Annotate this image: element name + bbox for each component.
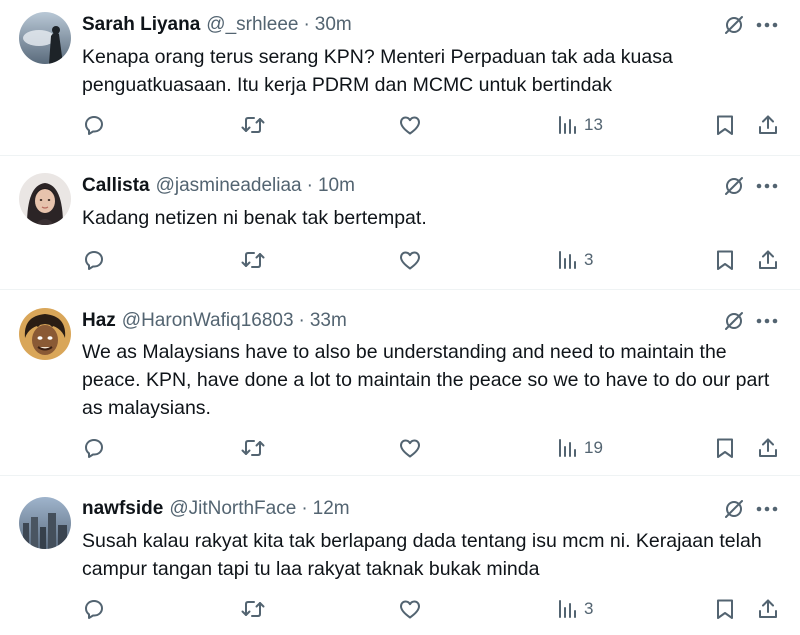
views-icon <box>559 439 576 457</box>
views-button[interactable]: 13 <box>557 110 603 140</box>
heart-icon <box>400 600 420 619</box>
retweet-icon <box>241 252 265 268</box>
tweet-text: Kadang netizen ni benak tak bertempat. <box>82 207 427 229</box>
retweet-button[interactable] <box>240 433 266 463</box>
share-button[interactable] <box>756 110 780 140</box>
user-handle[interactable]: @jasmineadeliaa <box>156 175 302 197</box>
avatar[interactable] <box>19 12 71 64</box>
grok-icon[interactable] <box>720 307 748 335</box>
view-count: 13 <box>584 115 603 134</box>
grok-icon[interactable] <box>720 172 748 200</box>
reply-icon <box>85 116 103 135</box>
timestamp[interactable]: 30m <box>315 14 352 36</box>
view-count: 3 <box>584 599 594 618</box>
view-count: 19 <box>584 438 603 457</box>
more-icon[interactable] <box>753 11 781 39</box>
avatar[interactable] <box>19 308 71 360</box>
timestamp[interactable]: 10m <box>318 175 355 197</box>
retweet-icon <box>241 117 265 133</box>
separator-dot: · <box>301 498 308 519</box>
bookmark-icon <box>717 115 733 135</box>
grok-icon[interactable] <box>720 11 748 39</box>
views-icon <box>559 600 576 618</box>
like-button[interactable] <box>398 110 422 140</box>
display-name[interactable]: Sarah Liyana <box>82 14 200 36</box>
display-name[interactable]: nawfside <box>82 498 163 520</box>
avatar[interactable] <box>19 173 71 225</box>
user-handle[interactable]: @JitNorthFace <box>169 498 296 520</box>
reply-icon <box>85 251 103 270</box>
retweet-button[interactable] <box>240 594 266 624</box>
bookmark-button[interactable] <box>714 110 736 140</box>
reply-icon <box>85 439 103 458</box>
retweet-icon <box>241 440 265 456</box>
timestamp[interactable]: 33m <box>310 310 347 332</box>
user-handle[interactable]: @_srhleee <box>206 14 298 36</box>
reply-icon <box>85 600 103 619</box>
reply-button[interactable] <box>82 433 106 463</box>
share-button[interactable] <box>756 245 780 275</box>
more-icon[interactable] <box>753 172 781 200</box>
tweet-header: Callista @jasmineadeliaa · 10m <box>82 173 800 199</box>
share-icon <box>759 438 777 457</box>
tweet-text: We as Malaysians have to also be underst… <box>82 341 770 419</box>
bookmark-button[interactable] <box>714 594 736 624</box>
heart-icon <box>400 251 420 270</box>
display-name[interactable]: Callista <box>82 175 150 197</box>
grok-icon[interactable] <box>720 495 748 523</box>
tweet[interactable]: Haz @HaronWafiq16803 · 33m We as Malaysi… <box>0 290 800 476</box>
share-icon <box>759 250 777 269</box>
separator-dot: · <box>303 14 310 35</box>
heart-icon <box>400 116 420 135</box>
tweet-actions: 13 <box>0 110 800 140</box>
display-name[interactable]: Haz <box>82 310 116 332</box>
bookmark-button[interactable] <box>714 245 736 275</box>
views-icon <box>559 251 576 269</box>
tweet-actions: 19 <box>0 433 800 463</box>
bookmark-icon <box>717 438 733 458</box>
separator-dot: · <box>298 310 305 331</box>
tweet-header: Sarah Liyana @_srhleee · 30m <box>82 12 800 38</box>
tweet-header: nawfside @JitNorthFace · 12m <box>82 496 800 522</box>
views-button[interactable]: 3 <box>557 594 593 624</box>
more-icon[interactable] <box>753 307 781 335</box>
reply-button[interactable] <box>82 110 106 140</box>
retweet-icon <box>241 601 265 617</box>
avatar[interactable] <box>19 497 71 549</box>
share-button[interactable] <box>756 433 780 463</box>
like-button[interactable] <box>398 594 422 624</box>
like-button[interactable] <box>398 245 422 275</box>
bookmark-button[interactable] <box>714 433 736 463</box>
tweet-header: Haz @HaronWafiq16803 · 33m <box>82 308 800 334</box>
heart-icon <box>400 439 420 458</box>
retweet-button[interactable] <box>240 110 266 140</box>
retweet-button[interactable] <box>240 245 266 275</box>
views-button[interactable]: 3 <box>557 245 593 275</box>
tweet[interactable]: Sarah Liyana @_srhleee · 30m Kenapa oran… <box>0 0 800 156</box>
share-icon <box>759 115 777 134</box>
views-button[interactable]: 19 <box>557 433 603 463</box>
bookmark-icon <box>717 250 733 270</box>
bookmark-icon <box>717 599 733 619</box>
share-icon <box>759 599 777 618</box>
reply-button[interactable] <box>82 594 106 624</box>
tweet-text: Kenapa orang terus serang KPN? Menteri P… <box>82 46 673 96</box>
tweet[interactable]: nawfside @JitNorthFace · 12m Susah kalau… <box>0 476 800 635</box>
views-icon <box>559 116 576 134</box>
reply-button[interactable] <box>82 245 106 275</box>
view-count: 3 <box>584 250 594 269</box>
like-button[interactable] <box>398 433 422 463</box>
tweet-text: Susah kalau rakyat kita tak berlapang da… <box>82 530 762 580</box>
user-handle[interactable]: @HaronWafiq16803 <box>122 310 294 332</box>
timestamp[interactable]: 12m <box>313 498 350 520</box>
share-button[interactable] <box>756 594 780 624</box>
tweet-actions: 3 <box>0 245 800 275</box>
more-icon[interactable] <box>753 495 781 523</box>
tweet[interactable]: Callista @jasmineadeliaa · 10m Kadang ne… <box>0 156 800 290</box>
tweet-actions: 3 <box>0 594 800 624</box>
separator-dot: · <box>306 175 313 196</box>
